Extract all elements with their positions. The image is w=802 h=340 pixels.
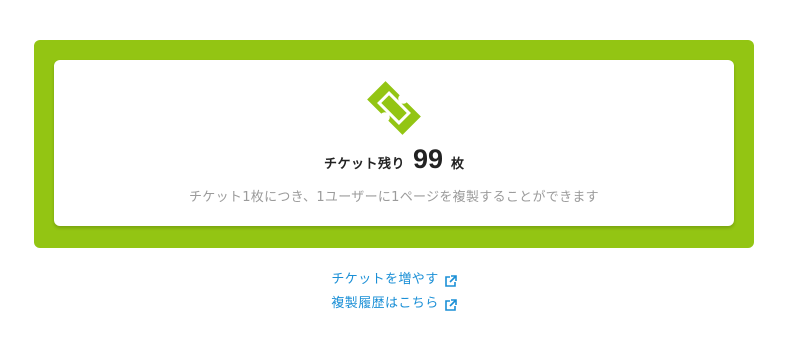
external-link-icon [444,298,457,311]
ticket-card: チケット残り 99 枚 チケット1枚につき、1ユーザーに1ページを複製することが… [54,60,734,226]
remaining-tickets: チケット残り 99 枚 [54,144,734,178]
ticket-icon [364,78,424,138]
history-link[interactable]: 複製履歴はこちら [331,293,457,315]
history-label: 複製履歴はこちら [331,296,439,311]
add-tickets-link[interactable]: チケットを増やす [331,269,457,291]
ticket-panel: チケット残り 99 枚 チケット1枚につき、1ユーザーに1ページを複製することが… [34,40,754,248]
add-tickets-label: チケットを増やす [331,272,439,287]
link-list: チケットを増やす 複製履歴はこちら [0,268,788,316]
remaining-count: 99 [412,144,444,174]
remaining-label: チケット残り [323,157,405,172]
page: チケット残り 99 枚 チケット1枚につき、1ユーザーに1ページを複製することが… [0,0,802,340]
remaining-unit: 枚 [451,157,465,172]
ticket-description: チケット1枚につき、1ユーザーに1ページを複製することができます [189,190,599,205]
external-link-icon [444,274,457,287]
